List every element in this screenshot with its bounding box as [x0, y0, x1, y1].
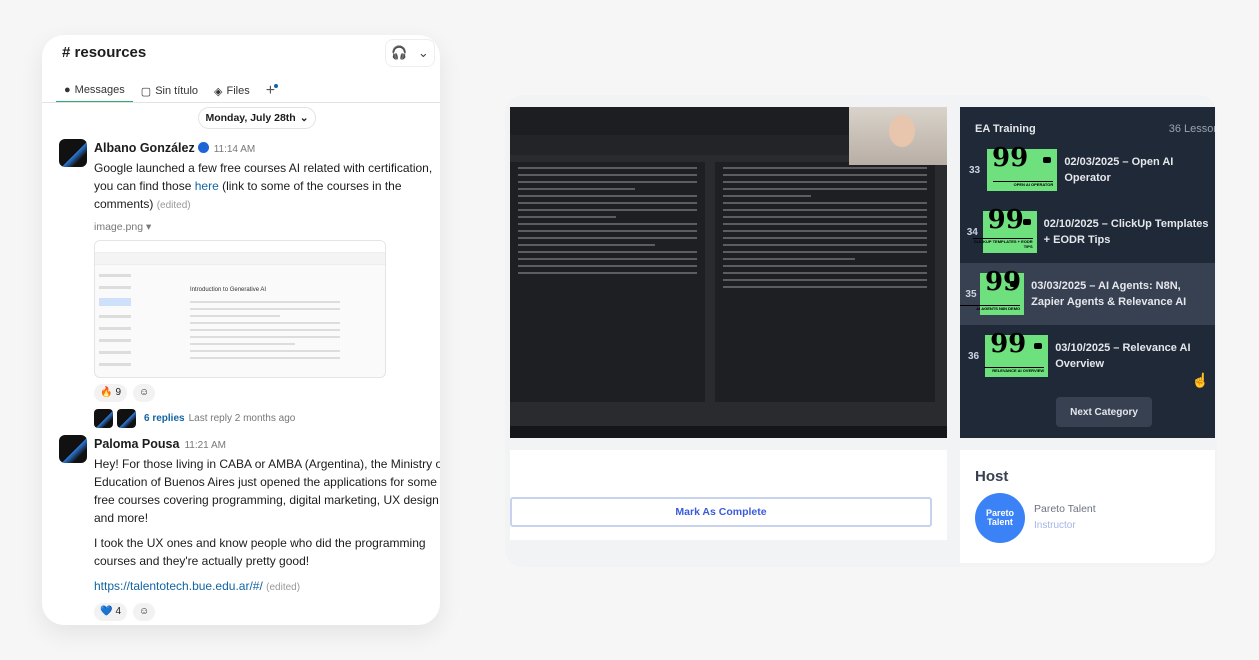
lesson-title: 02/10/2025 – ClickUp Templates + EODR Ti… — [1043, 218, 1209, 246]
blue-heart-icon: 💙 — [100, 606, 113, 617]
lesson-thumbnail: 99 Open AI Operator — [987, 143, 1058, 191]
chat-bubble-icon: ● — [64, 84, 71, 96]
host-name[interactable]: Pareto Talent — [1034, 503, 1096, 515]
message: Paloma Pousa 11:21 AM Hey! For those livi… — [59, 435, 440, 621]
tab-sin-titulo[interactable]: ▢ Sin título — [133, 79, 206, 103]
avatar — [117, 409, 136, 428]
lesson-actions: Mark As Complete — [510, 450, 947, 540]
replies-link[interactable]: 6 replies — [144, 410, 185, 428]
edited-label: (edited) — [266, 582, 301, 593]
tab-label: Messages — [74, 84, 125, 96]
files-icon: ◈ — [214, 85, 223, 98]
tab-files[interactable]: ◈ Files — [206, 79, 258, 103]
lesson-item[interactable]: 33 99 Open AI Operator 02/03/2025 – Open AI… — [960, 139, 1215, 201]
lesson-sidebar: EA Training 36 Lessons 33 99 Open AI Operat… — [960, 107, 1215, 438]
message-text: I took the UX ones and know people who d… — [94, 536, 426, 568]
reaction-heart[interactable]: 💙 4 — [94, 603, 128, 621]
attachment-name[interactable]: image.png ▾ — [94, 218, 439, 236]
lesson-number: 34 — [966, 226, 978, 238]
lesson-number: 35 — [965, 288, 977, 300]
thumbnail-caption: AI Agents N8N Demo — [960, 305, 1021, 311]
webcam-overlay — [849, 107, 947, 165]
plus-icon: + — [265, 82, 279, 99]
host-heading: Host — [975, 468, 1009, 485]
course-title: EA Training — [975, 123, 1036, 135]
message: Albano González 11:14 AM Google launched … — [59, 139, 439, 428]
next-category-button[interactable]: Next Category — [1056, 397, 1152, 427]
lesson-title: 02/03/2025 – Open AI Operator — [1064, 156, 1174, 184]
lesson-title: 03/03/2025 – AI Agents: N8N, Zapier Agen… — [1031, 280, 1187, 308]
date-label: Monday, July 28th — [205, 112, 296, 124]
reaction-count: 9 — [115, 387, 122, 398]
quote-icon: 99 — [992, 143, 1029, 173]
message-text: Google launched a few free courses AI re… — [94, 159, 439, 215]
lesson-title: 03/10/2025 – Relevance AI Overview — [1055, 342, 1191, 370]
add-reaction-button[interactable]: ☺ — [133, 603, 156, 621]
video-player[interactable] — [510, 107, 947, 438]
thumbnail-caption: Relevance AI Overview — [984, 367, 1045, 373]
avatar — [94, 409, 113, 428]
host-role: Instructor — [1034, 520, 1076, 531]
channel-tabs: ● Messages ▢ Sin título ◈ Files + — [56, 79, 283, 103]
chevron-down-icon: ⌄ — [299, 112, 309, 124]
add-reaction-button[interactable]: ☺ — [133, 384, 156, 402]
lesson-item[interactable]: 34 99 ClickUp Templates + EODR Tips 02/10/2… — [960, 201, 1215, 263]
last-reply: Last reply 2 months ago — [188, 412, 296, 424]
slack-channel-panel: # resources 🎧 ⌄ ● Messages ▢ Sin título ◈ Fi… — [42, 35, 440, 625]
add-emoji-icon: ☺ — [139, 387, 150, 398]
date-divider-button[interactable]: Monday, July 28th ⌄ — [198, 107, 316, 129]
huddle-button[interactable]: 🎧 ⌄ — [385, 39, 435, 67]
here-link[interactable]: here — [195, 179, 219, 193]
host-card: Host Pareto Talent Pareto Talent Instruct… — [960, 450, 1215, 563]
mark-as-complete-button[interactable]: Mark As Complete — [510, 497, 932, 527]
add-tab-button[interactable]: + — [258, 79, 283, 103]
lesson-thumbnail: 99 AI Agents N8N Demo — [960, 267, 1025, 315]
chevron-down-icon: ⌄ — [417, 45, 429, 60]
canvas-icon: ▢ — [140, 85, 152, 98]
add-emoji-icon: ☺ — [139, 606, 150, 617]
lesson-thumbnail: 99 Relevance AI Overview — [984, 329, 1049, 377]
thread-replies[interactable]: 6 replies Last reply 2 months ago — [94, 409, 439, 428]
timestamp[interactable]: 11:21 AM — [184, 440, 226, 451]
channel-title: # resources — [62, 44, 147, 61]
divider — [42, 102, 440, 103]
author-name[interactable]: Albano González — [94, 141, 195, 155]
tab-label: Sin título — [155, 85, 199, 97]
reaction-fire[interactable]: 🔥 9 — [94, 384, 128, 402]
headphones-icon: 🎧 — [391, 45, 408, 60]
file-name: image.png — [94, 221, 144, 233]
thumbnail-caption: ClickUp Templates + EODR Tips — [972, 238, 1033, 249]
hand-cursor-icon: ☝ — [1191, 372, 1209, 388]
lesson-item-active[interactable]: 35 99 AI Agents N8N Demo 03/03/2025 – AI Ag… — [960, 263, 1215, 325]
image-attachment[interactable]: Introduction to Generative AI — [94, 240, 386, 378]
fire-icon: 🔥 — [100, 387, 113, 398]
avatar[interactable] — [59, 139, 87, 167]
message-text: Hey! For those living in CABA or AMBA (A… — [94, 457, 440, 525]
lesson-thumbnail: 99 ClickUp Templates + EODR Tips — [972, 205, 1037, 253]
lesson-item[interactable]: 36 99 Relevance AI Overview 03/10/2025 – Re… — [960, 325, 1215, 387]
lesson-number: 33 — [968, 164, 981, 176]
quote-icon: 99 — [990, 329, 1027, 359]
lesson-number: 36 — [967, 350, 980, 362]
thumbnail-caption: Open AI Operator — [993, 181, 1054, 187]
lesson-count: 36 Lessons — [1168, 123, 1215, 135]
caret-down-icon: ▾ — [145, 221, 152, 233]
avatar[interactable] — [59, 435, 87, 463]
edited-label: (edited) — [156, 200, 191, 211]
talentotech-link[interactable]: https://talentotech.bue.edu.ar/#/ — [94, 579, 263, 593]
author-name[interactable]: Paloma Pousa — [94, 437, 179, 451]
quote-icon: 99 — [987, 205, 1024, 235]
reaction-count: 4 — [115, 606, 122, 617]
tab-label: Files — [226, 85, 250, 97]
timestamp[interactable]: 11:14 AM — [214, 144, 256, 155]
status-badge-icon — [197, 142, 209, 153]
tab-messages[interactable]: ● Messages — [56, 79, 133, 103]
host-avatar[interactable]: Pareto Talent — [975, 493, 1025, 543]
